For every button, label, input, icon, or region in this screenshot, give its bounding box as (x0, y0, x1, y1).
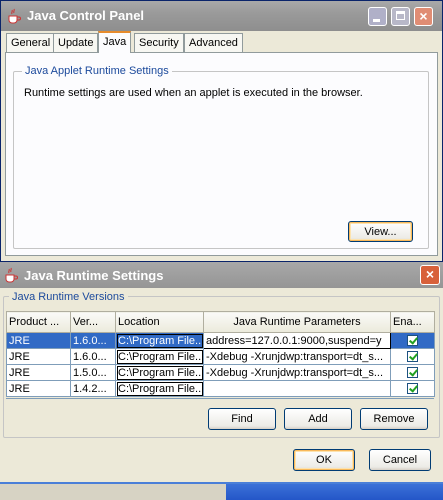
ok-button[interactable]: OK (293, 449, 355, 471)
control-panel-title-bar[interactable]: Java Control Panel × (1, 1, 442, 31)
minimize-icon (373, 19, 380, 22)
table-bottom-border (6, 398, 434, 401)
version-cell[interactable]: 1.6.0... (70, 332, 116, 349)
location-cell[interactable]: C:\Program File... (115, 348, 204, 365)
column-header-parameters[interactable]: Java Runtime Parameters (203, 311, 391, 333)
enabled-cell[interactable] (390, 348, 435, 365)
enabled-checkbox[interactable] (407, 335, 418, 347)
close-icon: × (419, 8, 428, 24)
java-cup-icon (7, 8, 21, 24)
applet-runtime-group-title: Java Applet Runtime Settings (22, 65, 172, 77)
product-cell[interactable]: JRE (6, 348, 71, 365)
table-row[interactable]: JRE 1.4.2... C:\Program File... (6, 380, 435, 397)
tab-label: General (11, 37, 51, 49)
version-cell[interactable]: 1.4.2... (70, 380, 116, 397)
version-cell[interactable]: 1.5.0... (70, 364, 116, 381)
location-cell[interactable]: C:\Program File... (115, 380, 204, 397)
enabled-cell[interactable] (390, 332, 435, 349)
enabled-cell[interactable] (390, 364, 435, 381)
runtime-dialog-title: Java Runtime Settings (24, 268, 164, 283)
minimize-button[interactable] (368, 7, 387, 26)
applet-runtime-description: Runtime settings are used when an applet… (24, 87, 363, 99)
tab-label: Update (58, 37, 94, 49)
taskbar-right-area (226, 484, 443, 500)
runtime-versions-table: Product ... Ver... Location Java Runtime… (6, 311, 435, 397)
close-icon: × (425, 266, 435, 282)
tab-label: Advanced (189, 37, 238, 49)
column-header-location[interactable]: Location (115, 311, 204, 333)
table-row[interactable]: JRE 1.6.0... C:\Program File... -Xdebug … (6, 348, 435, 365)
control-panel-title: Java Control Panel (27, 8, 145, 23)
enabled-checkbox[interactable] (407, 351, 418, 363)
java-control-panel-window: Java Control Panel × General Update Java… (0, 0, 443, 262)
parameters-cell[interactable]: -Xdebug -Xrunjdwp:transport=dt_s... (203, 364, 391, 381)
table-row[interactable]: JRE 1.6.0... C:\Program File... address=… (6, 332, 435, 349)
tab-update[interactable]: Update (53, 33, 99, 52)
column-header-enabled[interactable]: Ena... (390, 311, 435, 333)
java-tab-panel: Java Applet Runtime Settings Runtime set… (5, 52, 438, 256)
find-button[interactable]: Find (208, 408, 276, 430)
maximize-button[interactable] (391, 7, 410, 26)
location-cell[interactable]: C:\Program File... (115, 332, 204, 349)
runtime-dialog-title-bar[interactable]: Java Runtime Settings × (0, 262, 443, 288)
view-button[interactable]: View... (348, 221, 413, 242)
tab-general[interactable]: General (6, 33, 56, 52)
remove-button[interactable]: Remove (360, 408, 428, 430)
parameters-cell[interactable] (203, 380, 391, 397)
location-cell[interactable]: C:\Program File... (115, 364, 204, 381)
taskbar-strip (0, 482, 443, 500)
enabled-checkbox[interactable] (407, 367, 418, 379)
tab-label: Security (139, 37, 179, 49)
tab-security[interactable]: Security (134, 33, 184, 52)
tab-java[interactable]: Java (98, 31, 132, 53)
table-header-row: Product ... Ver... Location Java Runtime… (6, 311, 435, 333)
close-button[interactable]: × (420, 265, 440, 285)
close-button[interactable]: × (414, 7, 433, 26)
column-header-version[interactable]: Ver... (70, 311, 116, 333)
enabled-checkbox[interactable] (407, 383, 418, 395)
tab-label: Java (103, 36, 127, 48)
version-cell[interactable]: 1.6.0... (70, 348, 116, 365)
parameters-cell[interactable]: -Xdebug -Xrunjdwp:transport=dt_s... (203, 348, 391, 365)
java-cup-icon (4, 267, 18, 286)
taskbar-left-area (0, 484, 226, 500)
parameters-edit-field[interactable]: address=127.0.0.1:9000,suspend=y (203, 332, 391, 349)
java-runtime-settings-dialog: Java Runtime Settings × Java Runtime Ver… (0, 262, 443, 500)
column-header-product[interactable]: Product ... (6, 311, 71, 333)
product-cell[interactable]: JRE (6, 332, 71, 349)
product-cell[interactable]: JRE (6, 380, 71, 397)
add-button[interactable]: Add (284, 408, 352, 430)
product-cell[interactable]: JRE (6, 364, 71, 381)
maximize-icon (396, 11, 405, 20)
table-row[interactable]: JRE 1.5.0... C:\Program File... -Xdebug … (6, 364, 435, 381)
enabled-cell[interactable] (390, 380, 435, 397)
cancel-button[interactable]: Cancel (369, 449, 431, 471)
runtime-versions-group-title: Java Runtime Versions (9, 291, 128, 303)
tab-advanced[interactable]: Advanced (184, 33, 243, 52)
